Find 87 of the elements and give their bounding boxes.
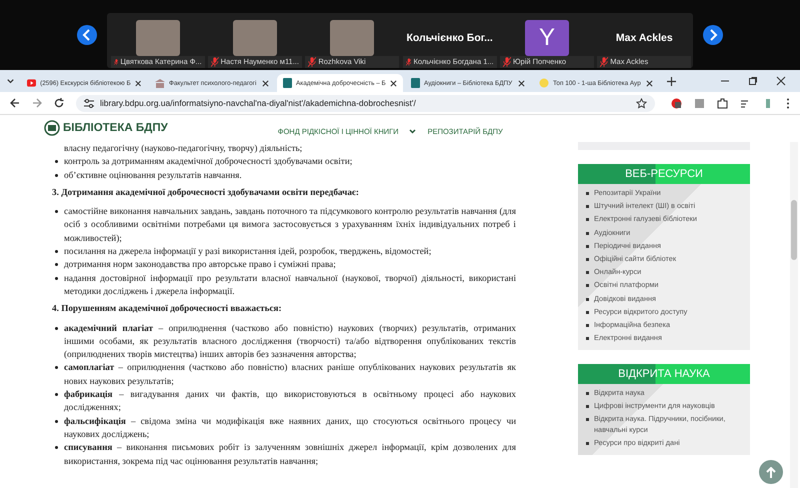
bullet-icon <box>586 310 589 314</box>
bullet-icon <box>586 284 589 288</box>
list-item-text: фабрикація – вигадування даних чи фактів, що використовуються в освітньому процесі або наукових дослідженнях; <box>64 388 516 414</box>
back-icon[interactable] <box>10 98 20 108</box>
bullet-icon <box>586 405 589 408</box>
close-icon[interactable] <box>390 80 397 86</box>
more-icon[interactable] <box>786 98 790 108</box>
photo-placeholder <box>232 20 277 56</box>
muted-mic-icon <box>210 56 219 66</box>
book-icon <box>283 78 292 88</box>
list-item-text: академічний плагіат – оприлюднення (частково або повністю) наукових (творчих) результатів, отриманих іншими особами, як результатів власного дослідження (творчості) та/або відтворення опублікованих текстів (оприлюднених творів мистецтва) інших авторів без зазначення авторства; <box>64 322 516 362</box>
bullet-icon <box>586 205 589 208</box>
scroll-to-top-button[interactable] <box>759 460 783 484</box>
bullet-icon <box>586 324 589 327</box>
bullet-icon <box>586 392 589 395</box>
bookmark-star-icon[interactable] <box>636 98 647 108</box>
widget-title: ВЕБ-РЕСУРСИ <box>578 164 750 184</box>
list-item-text: об’єктивне оцінювання результатів навчання. <box>64 168 243 182</box>
list-item-text: самоплагіат – оприлюднення (частково або повністю) власних раніше опублікованих наукових результатів як нових наукових результатів; <box>64 361 516 388</box>
muted-mic-icon <box>406 56 412 66</box>
bullet-icon <box>55 366 58 370</box>
bullet-icon <box>55 326 58 330</box>
muted-mic-icon <box>308 56 316 66</box>
bullet-icon <box>586 442 589 446</box>
bullet-icon <box>586 258 589 261</box>
video-icon <box>27 79 36 87</box>
participant-avatar: Y <box>524 20 569 56</box>
bullet-icon <box>586 298 589 300</box>
bullet-icon <box>586 232 589 235</box>
section-heading: 3. Дотримання академічної доброчесності здобувачами освіти передбачає: <box>52 186 360 199</box>
chevron-down-icon[interactable] <box>408 129 416 134</box>
list-item-text: списування – виконання письмових робіт із залученням зовнішніх джерел інформації, крім дозволених для використання, зокрема під час оцінювання результатів навчання; <box>64 441 516 468</box>
scrollbar[interactable] <box>790 142 798 488</box>
address-field[interactable]: library.bdpu.org.ua/informatsiyno-navchal'na-diyal'nist'/akademichna-dobrochesnist'/ <box>76 94 655 112</box>
bullet-icon <box>55 276 58 280</box>
library-logo-icon <box>44 120 60 136</box>
list-item-text: фальсифікація – свідома зміна чи модифікація вже наявних даних, що стосуються освітнього процесу чи наукових досліджень; <box>64 414 516 441</box>
widget-title: ВІДКРИТА НАУКА <box>578 364 750 384</box>
bullet-icon <box>586 218 589 222</box>
bullet-icon <box>586 418 589 422</box>
muted-mic-icon <box>502 56 511 66</box>
building-icon <box>155 78 165 88</box>
section-heading: 4. Порушенням академічної доброчесності вважається: <box>52 302 283 316</box>
list-item-text: дотримання норм законодавства про авторське право і суміжні права; <box>64 258 337 272</box>
previous-button[interactable] <box>77 25 97 45</box>
muted-mic-icon <box>600 56 608 66</box>
close-icon[interactable] <box>518 80 525 86</box>
close-icon[interactable] <box>776 76 786 86</box>
circle-icon <box>539 78 549 88</box>
bullet-icon <box>55 250 58 254</box>
tab-list-icon[interactable] <box>6 76 15 86</box>
list-item-text: контроль за дотриманням академічної доброчесності здобувачами освіти; <box>64 155 354 168</box>
bullet-icon <box>586 244 589 248</box>
arrow-up-icon <box>766 466 776 478</box>
bullet-icon <box>55 263 58 266</box>
bullet-icon <box>55 420 58 423</box>
close-icon[interactable] <box>134 80 141 86</box>
restore-icon[interactable] <box>748 76 758 86</box>
close-icon[interactable] <box>262 80 269 86</box>
next-button[interactable] <box>703 25 723 45</box>
list-item-text: посилання на джерела інформації у разі використання ідей, розробок, тверджень, відомостей; <box>64 245 432 258</box>
bullet-icon <box>55 393 58 396</box>
library-logo-text[interactable]: БІБЛІОТЕКА БДПУ <box>63 122 168 134</box>
list-item-text: власну педагогічну (науково-педагогічну, творчу) діяльність; <box>64 142 304 155</box>
new-tab-icon[interactable] <box>667 76 676 86</box>
photo-placeholder <box>136 20 180 56</box>
bullet-icon <box>55 160 58 164</box>
photo-placeholder <box>330 20 374 56</box>
extension-icon[interactable] <box>671 98 682 108</box>
bullet-icon <box>586 271 589 274</box>
participant-display-name: Кольчієнко Бог... <box>406 30 493 46</box>
close-icon[interactable] <box>646 80 653 86</box>
puzzle-icon[interactable] <box>717 98 728 108</box>
list-item-text: самостійне виконання навчальних завдань, завдань поточного та підсумкового контролю результатів навчання (для осіб з особливими освітніми потребами ця вимога застосовується з урахуванням їхніх індивідуальних потреб і можливостей); <box>64 205 516 245</box>
bullet-icon <box>586 192 589 195</box>
bullet-icon <box>586 337 589 340</box>
site-settings-icon <box>84 98 94 108</box>
muted-mic-icon <box>114 56 118 66</box>
bullet-icon <box>55 174 58 177</box>
bullet-icon <box>55 210 58 214</box>
forward-icon[interactable] <box>32 98 42 108</box>
list-item-text: надання достовірної інформації про результати власної навчальної (наукової, творчої) діяльності, використані методики досліджень і джерела інформації. <box>64 272 516 298</box>
participant-display-name: Max Ackles <box>616 30 673 46</box>
reload-icon[interactable] <box>54 98 64 108</box>
bullet-icon <box>55 446 58 450</box>
scrollbar-thumb[interactable] <box>791 200 797 260</box>
book-icon <box>411 78 420 88</box>
